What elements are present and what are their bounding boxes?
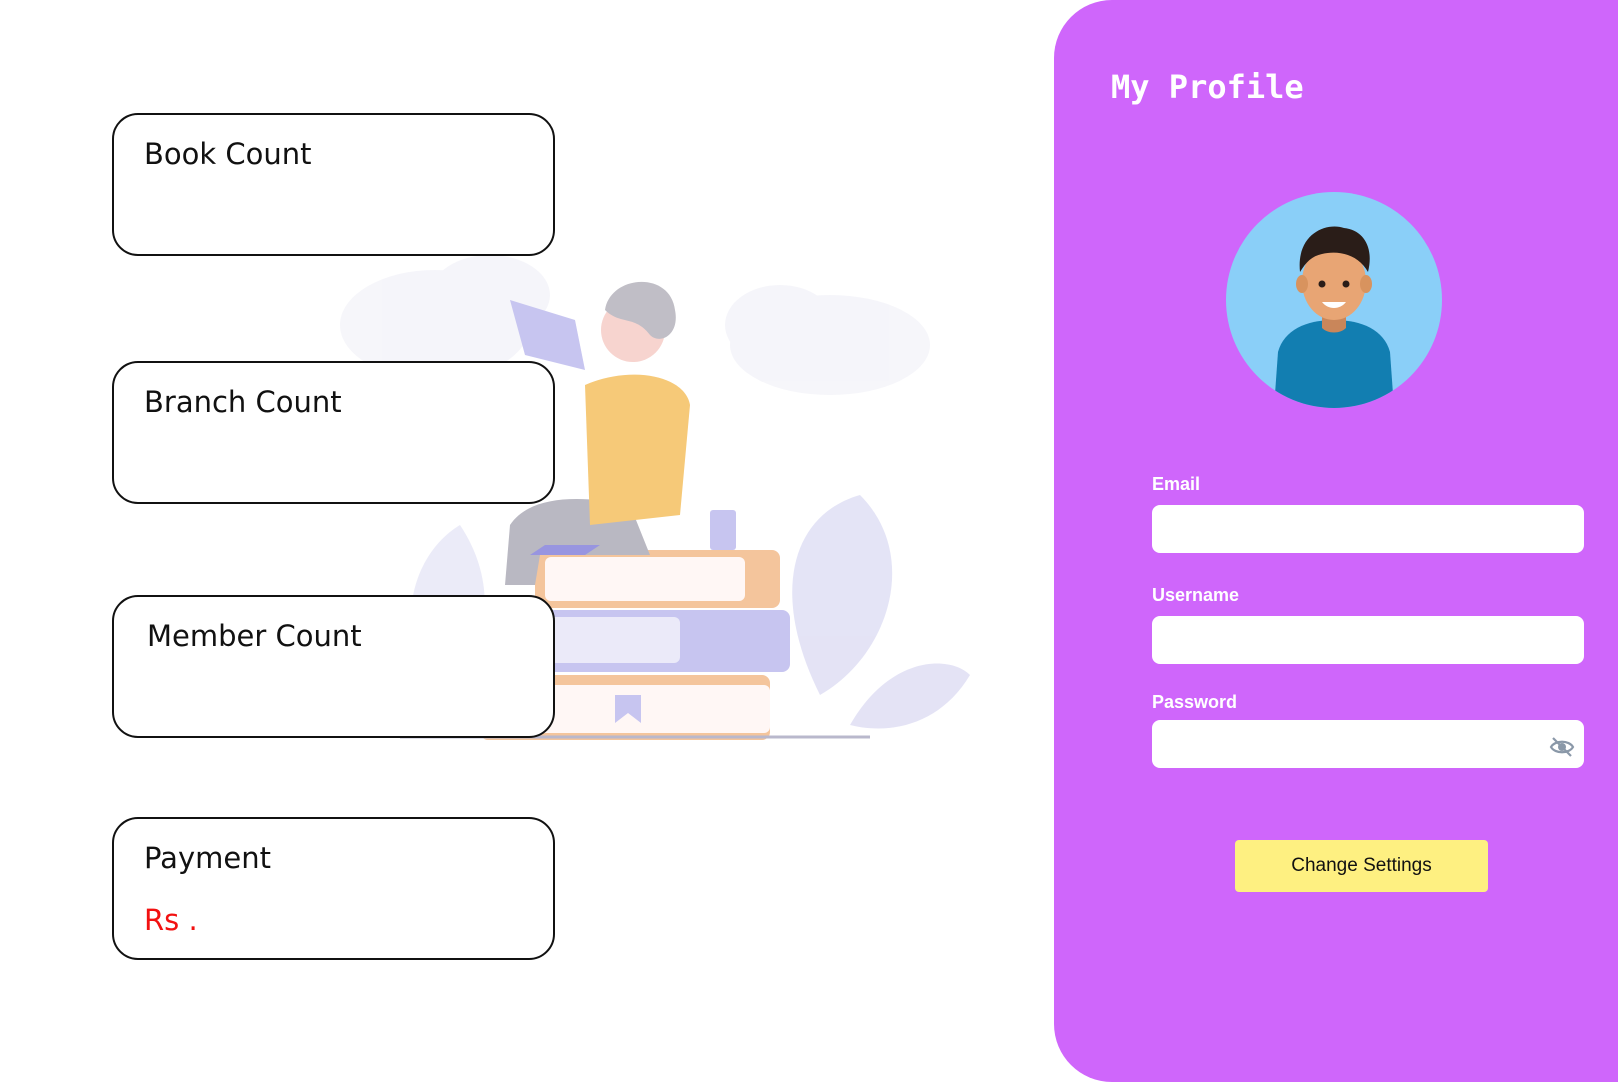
email-field[interactable] [1152,505,1584,553]
book-count-card: Book Count [112,113,555,256]
username-field[interactable] [1152,616,1584,664]
username-label: Username [1152,585,1240,605]
member-count-label: Member Count [147,619,362,653]
profile-title: My Profile [1111,68,1304,106]
password-field[interactable] [1152,720,1584,768]
branch-count-card: Branch Count [112,361,555,504]
change-settings-button[interactable]: Change Settings [1235,840,1488,892]
payment-value: Rs . [144,903,198,937]
password-label: Password [1152,692,1238,712]
book-count-label: Book Count [144,137,312,171]
payment-label: Payment [144,841,271,875]
member-count-card: Member Count [112,595,555,738]
profile-panel: My Profile Email Username Password Chang… [1054,0,1618,1082]
user-avatar-icon [1226,192,1442,408]
email-label: Email [1152,474,1201,494]
payment-card: Payment Rs . [112,817,555,960]
eye-slash-icon[interactable] [1549,735,1575,759]
branch-count-label: Branch Count [144,385,342,419]
